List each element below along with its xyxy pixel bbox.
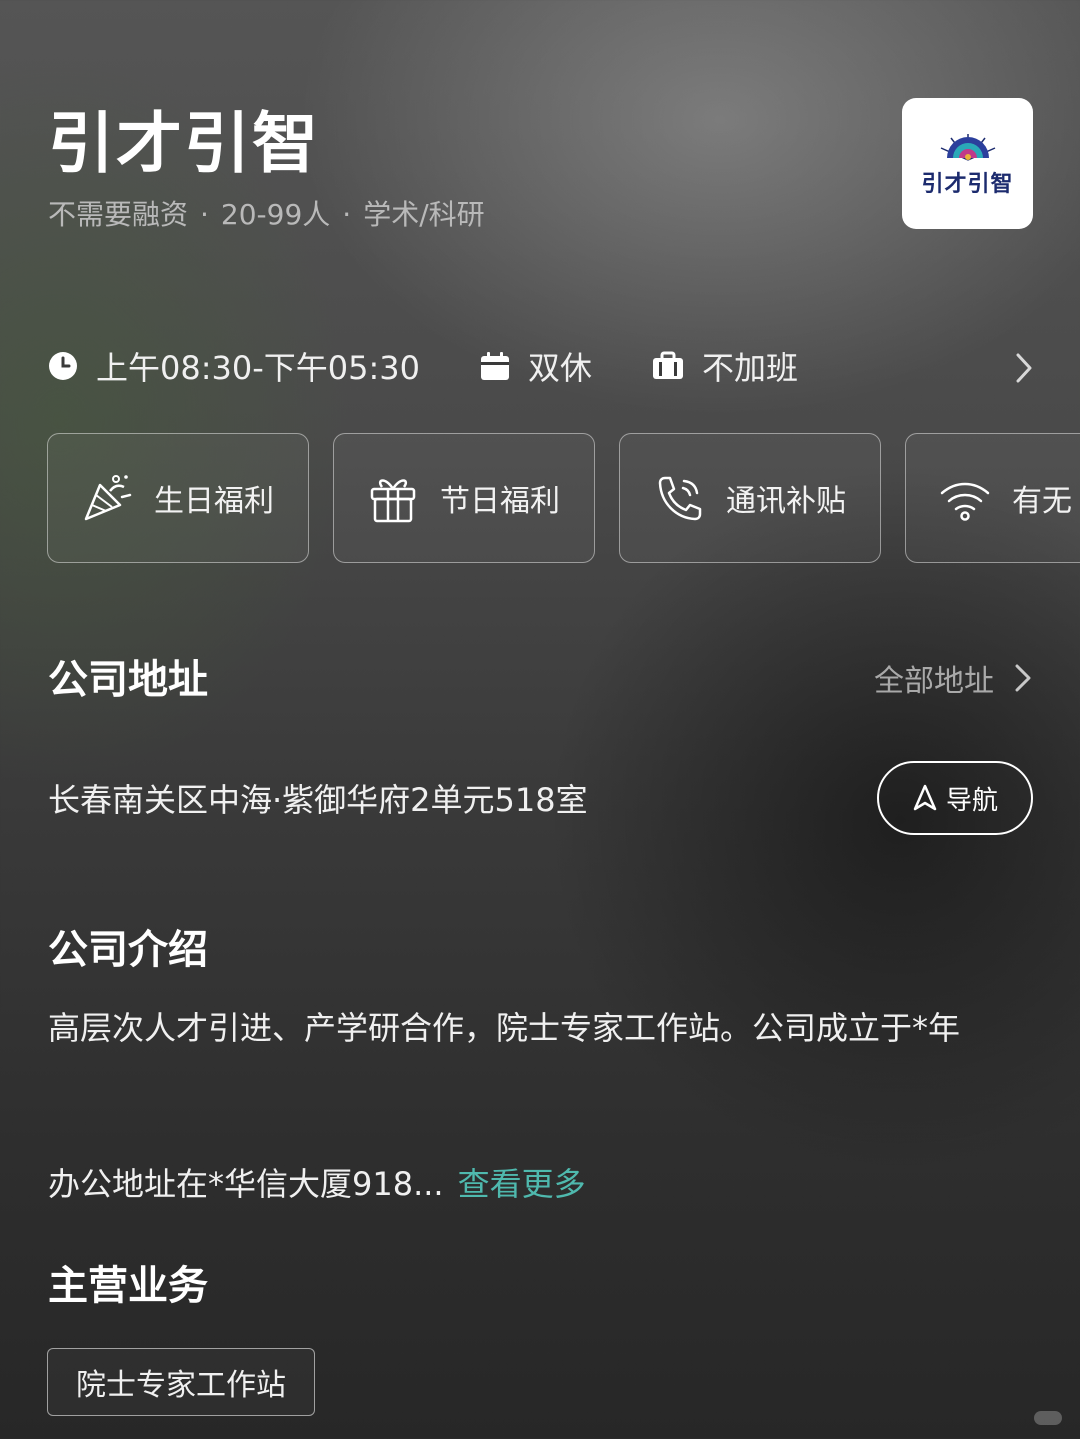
- work-hours: 上午08:30-下午05:30: [48, 343, 420, 389]
- benefit-label: 节日福利: [440, 484, 560, 519]
- company-intro-text-2: 办公地址在*华信大厦918...: [48, 1165, 444, 1203]
- watermark-badge: [1034, 1411, 1062, 1425]
- intro-section-title: 公司介绍: [48, 927, 208, 973]
- work-info-row[interactable]: 上午08:30-下午05:30 双休 不加班: [48, 340, 1038, 392]
- overtime-policy: 不加班: [652, 343, 798, 389]
- benefit-label: 通讯补贴: [726, 484, 846, 519]
- logo-text: 引才引智: [921, 170, 1014, 197]
- calendar-icon: [481, 352, 509, 380]
- benefit-label: 有无: [1012, 484, 1072, 519]
- gift-icon: [370, 479, 416, 523]
- company-address: 长春南关区中海·紫御华府2单元518室: [48, 781, 588, 819]
- wifi-icon: [940, 482, 990, 521]
- rest-days: 双休: [480, 343, 592, 389]
- chevron-right-icon[interactable]: [1014, 352, 1034, 384]
- company-industry: 学术/科研: [363, 198, 485, 231]
- phone-icon: [658, 476, 702, 521]
- benefits-list[interactable]: 生日福利 节日福利 通讯补贴 有无: [47, 433, 1080, 565]
- chevron-right-icon: [1015, 664, 1031, 692]
- benefit-card-phone[interactable]: 通讯补贴: [619, 433, 881, 563]
- all-addresses-label: 全部地址: [874, 664, 994, 699]
- company-size: 20-99人: [220, 198, 331, 231]
- business-tag[interactable]: 院士专家工作站: [47, 1348, 315, 1416]
- navigation-arrow-icon: [913, 784, 937, 811]
- benefit-card-birthday[interactable]: 生日福利: [47, 433, 309, 563]
- address-section-title: 公司地址: [48, 657, 208, 703]
- company-name: 引才引智: [48, 105, 320, 182]
- business-section-title: 主营业务: [48, 1263, 208, 1309]
- company-meta: 不需要融资 · 20-99人 · 学术/科研: [48, 196, 485, 234]
- navigation-button[interactable]: 导航: [877, 761, 1033, 835]
- briefcase-icon: [653, 351, 684, 379]
- company-intro-text: 高层次人才引进、产学研合作，院士专家工作站。公司成立于*年: [48, 1009, 961, 1047]
- meta-separator: ·: [342, 198, 352, 231]
- peacock-icon: [940, 133, 995, 161]
- funding-stage: 不需要融资: [48, 198, 189, 231]
- party-popper-icon: [84, 475, 132, 521]
- work-hours-text: 上午08:30-下午05:30: [96, 349, 420, 387]
- company-intro-more: 办公地址在*华信大厦918... 查看更多: [48, 1158, 586, 1210]
- company-logo[interactable]: 引才引智: [902, 98, 1033, 229]
- clock-icon: [49, 352, 77, 380]
- all-addresses-link[interactable]: 全部地址: [874, 656, 1032, 700]
- benefit-card-holiday[interactable]: 节日福利: [333, 433, 595, 563]
- overtime-text: 不加班: [702, 349, 799, 387]
- benefit-card-wifi[interactable]: 有无: [905, 433, 1080, 563]
- rest-days-text: 双休: [528, 349, 593, 387]
- benefit-label: 生日福利: [154, 484, 274, 519]
- navigation-label: 导航: [945, 785, 998, 816]
- see-more-link[interactable]: 查看更多: [458, 1165, 586, 1203]
- meta-separator: ·: [200, 198, 209, 231]
